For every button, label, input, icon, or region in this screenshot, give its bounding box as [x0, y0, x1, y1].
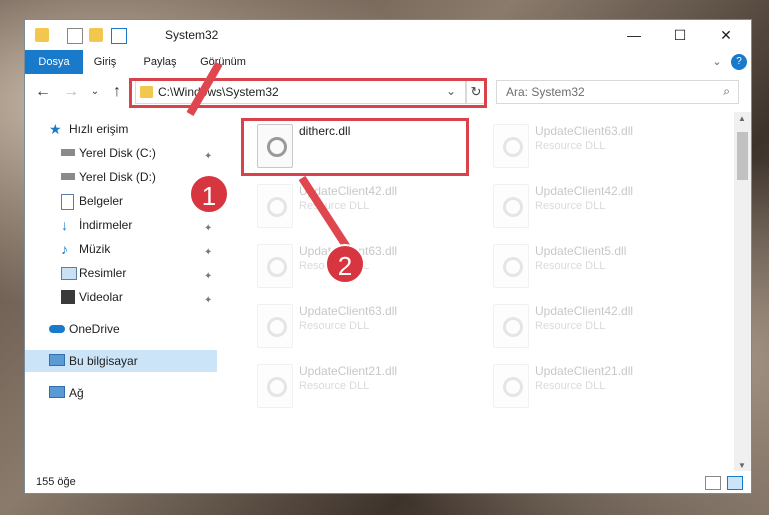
- file-item[interactable]: UpdateClient21.dll Resource DLL: [483, 358, 703, 416]
- star-icon: ★: [49, 121, 62, 137]
- search-input[interactable]: Ara: System32 ⌕: [496, 80, 739, 104]
- tab-file[interactable]: Dosya: [25, 50, 83, 74]
- dll-file-icon: [257, 304, 293, 348]
- new-folder-icon[interactable]: [89, 28, 103, 42]
- dll-file-icon: [257, 364, 293, 408]
- sidebar-item-quick-access[interactable]: ★ Hızlı erişim: [25, 118, 217, 140]
- pin-icon: ✦: [204, 247, 213, 258]
- dll-file-icon: [493, 364, 529, 408]
- videos-icon: [61, 290, 75, 304]
- sidebar-item-videos[interactable]: Videolar ✦: [25, 286, 217, 308]
- sidebar-item-onedrive[interactable]: OneDrive: [25, 318, 217, 340]
- drive-icon: [61, 173, 75, 180]
- dll-file-icon: [493, 184, 529, 228]
- sidebar-item-pictures[interactable]: Resimler ✦: [25, 262, 217, 284]
- maximize-button[interactable]: ☐: [657, 20, 703, 50]
- tab-home[interactable]: Giriş: [85, 50, 125, 74]
- close-button[interactable]: ✕: [703, 20, 749, 50]
- cloud-icon: [49, 325, 65, 333]
- large-icons-view-icon[interactable]: [727, 476, 743, 490]
- vertical-scrollbar[interactable]: ▲ ▼: [734, 112, 751, 472]
- sidebar-item-music[interactable]: ♪ Müzik ✦: [25, 238, 217, 260]
- search-placeholder: Ara: System32: [506, 85, 585, 99]
- file-highlight: [241, 118, 469, 176]
- sidebar-item-disk-c[interactable]: Yerel Disk (C:) ✦: [25, 142, 217, 164]
- dll-file-icon: [493, 304, 529, 348]
- download-icon: ↓: [61, 217, 68, 233]
- folder-icon: [35, 28, 49, 42]
- recent-chevron-icon[interactable]: ⌄: [87, 84, 103, 100]
- ribbon-tabs: Dosya Giriş Paylaş Görünüm ⌄ ?: [25, 50, 751, 74]
- documents-icon: [61, 194, 74, 210]
- sidebar-item-network[interactable]: Ağ: [25, 382, 217, 404]
- tab-share[interactable]: Paylaş: [135, 50, 185, 74]
- scroll-up-icon[interactable]: ▲: [738, 114, 746, 123]
- file-item[interactable]: UpdateClient63.dll Resource DLL: [483, 118, 703, 176]
- dll-file-icon: [257, 244, 293, 288]
- sidebar-item-downloads[interactable]: ↓ İndirmeler ✦: [25, 214, 217, 236]
- file-list: ditherc.dll UpdateClient63.dll Resource …: [221, 112, 735, 472]
- pin-icon: ✦: [204, 151, 213, 162]
- forward-icon[interactable]: →: [63, 84, 79, 100]
- search-icon: ⌕: [723, 84, 730, 98]
- file-item[interactable]: UpdateClient42.dll Resource DLL: [483, 178, 703, 236]
- pin-icon: ✦: [204, 223, 213, 234]
- title-bar: System32 — ☐ ✕: [25, 20, 751, 50]
- scroll-down-icon[interactable]: ▼: [738, 461, 746, 470]
- minimize-button[interactable]: —: [611, 20, 657, 50]
- navigation-pane: ★ Hızlı erişim Yerel Disk (C:) ✦ Yerel D…: [25, 112, 220, 472]
- sidebar-item-this-pc[interactable]: Bu bilgisayar: [25, 350, 217, 372]
- network-icon: [49, 386, 65, 398]
- scrollbar-thumb[interactable]: [737, 132, 748, 180]
- explorer-window: System32 — ☐ ✕ Dosya Giriş Paylaş Görünü…: [24, 19, 752, 494]
- address-highlight: [129, 78, 487, 108]
- properties-icon[interactable]: [67, 28, 83, 44]
- file-item[interactable]: UpdateClient21.dll Resource DLL: [247, 358, 467, 416]
- window-title: System32: [165, 28, 219, 42]
- customize-toolbar-icon[interactable]: [111, 28, 127, 44]
- dll-file-icon: [493, 124, 529, 168]
- file-item[interactable]: UpdateClient42.dll Resource DLL: [247, 178, 467, 236]
- tab-view[interactable]: Görünüm: [193, 50, 253, 74]
- details-view-icon[interactable]: [705, 476, 721, 490]
- address-row: ← → ⌄ ↑ C:\Windows\System32 ⌄ ↻ Ara: Sys…: [25, 76, 751, 110]
- dll-file-icon: [493, 244, 529, 288]
- drive-icon: [61, 149, 75, 156]
- step-badge-1: 1: [189, 174, 229, 214]
- help-icon[interactable]: ?: [731, 54, 747, 70]
- up-icon[interactable]: ↑: [109, 84, 125, 100]
- file-item[interactable]: UpdateClient5.dll Resource DLL: [483, 238, 703, 296]
- step-badge-2: 2: [325, 244, 365, 284]
- pin-icon: ✦: [204, 295, 213, 306]
- item-count: 155 öğe: [36, 476, 76, 488]
- file-item[interactable]: UpdateClient42.dll Resource DLL: [483, 298, 703, 356]
- chevron-down-icon[interactable]: ⌄: [709, 50, 725, 74]
- computer-icon: [49, 354, 65, 366]
- status-bar: 155 öğe: [25, 471, 751, 493]
- pin-icon: ✦: [204, 271, 213, 282]
- pictures-icon: [61, 267, 77, 280]
- dll-file-icon: [257, 184, 293, 228]
- file-item[interactable]: UpdateClient63.dll Resource DLL: [247, 298, 467, 356]
- sidebar-item-disk-d[interactable]: Yerel Disk (D:): [25, 166, 217, 188]
- music-icon: ♪: [61, 241, 68, 257]
- back-icon[interactable]: ←: [35, 84, 51, 100]
